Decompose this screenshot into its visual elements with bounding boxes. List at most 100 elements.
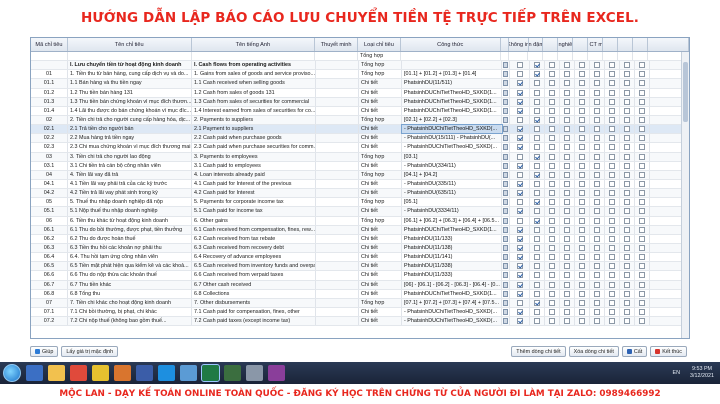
checkbox[interactable] [609, 245, 615, 252]
start-button[interactable] [3, 364, 21, 382]
checkbox[interactable] [639, 80, 645, 87]
checkbox[interactable] [624, 80, 630, 87]
type-cell[interactable]: Tổng hợp [359, 70, 402, 79]
note-cell[interactable] [316, 179, 359, 189]
checkbox[interactable] [639, 162, 645, 169]
checkbox-cell[interactable] [510, 280, 530, 289]
note-cell[interactable] [316, 207, 359, 216]
checkbox-cell[interactable] [590, 207, 605, 216]
note-cell[interactable] [316, 271, 359, 280]
formula-edit-icon[interactable] [502, 225, 510, 234]
table-row[interactable]: 02.2 2.2 Mua hàng trả tiền ngay 2.2 Cash p… [31, 134, 689, 144]
checkbox[interactable] [549, 272, 555, 279]
checkbox[interactable] [516, 126, 523, 133]
table-row[interactable]: 01.4 1.4 Lãi thu được do bán chứng khoán … [31, 106, 689, 116]
checkbox[interactable] [639, 107, 645, 114]
checkbox-cell[interactable] [575, 152, 590, 161]
teamviewer-icon[interactable] [136, 365, 153, 381]
checkbox-cell[interactable] [620, 152, 635, 161]
checkbox-cell[interactable] [510, 234, 530, 243]
name-cell[interactable]: 6.5 Tiền mặt phát hiện qua kiểm kê và cá… [68, 262, 192, 271]
checkbox-cell[interactable] [635, 70, 650, 79]
name-cell[interactable]: 4. Tiền lãi vay đã trả [68, 170, 192, 179]
checkbox-cell[interactable] [530, 243, 545, 253]
filter-cell[interactable] [31, 52, 68, 61]
checkbox-cell[interactable] [545, 70, 560, 79]
name-cell[interactable]: 1.4 Lãi thu được do bán chứng khoán vì m… [68, 106, 192, 115]
checkbox[interactable] [579, 309, 585, 315]
checkbox[interactable] [564, 98, 570, 105]
checkbox-cell[interactable] [620, 253, 635, 262]
table-row[interactable]: 07.1 7.1 Chi bồi thường, bị phạt, chi khá… [31, 307, 689, 318]
column-header-12[interactable] [573, 38, 589, 51]
note-cell[interactable] [316, 198, 359, 207]
checkbox-cell[interactable] [510, 198, 530, 207]
checkbox-cell[interactable] [605, 207, 620, 216]
checkbox-cell[interactable] [620, 88, 635, 97]
note-cell[interactable] [316, 280, 359, 289]
table-row[interactable]: 04 4. Tiền lãi vay đã trả 4. Loan interest… [31, 170, 689, 180]
checkbox[interactable] [516, 272, 523, 279]
checkbox-cell[interactable] [590, 225, 605, 234]
checkbox[interactable] [639, 290, 645, 297]
english-name-cell[interactable]: 4. Loan interests already paid [192, 170, 316, 179]
checkbox[interactable] [579, 181, 585, 188]
note-cell[interactable] [316, 161, 359, 170]
checkbox[interactable] [564, 117, 570, 124]
checkbox[interactable] [549, 98, 555, 105]
checkbox[interactable] [564, 217, 570, 224]
type-cell[interactable]: Chi tiết [359, 253, 402, 262]
checkbox-cell[interactable] [605, 97, 620, 106]
english-name-cell[interactable]: 7. Other disbursements [192, 298, 316, 307]
checkbox[interactable] [516, 217, 523, 224]
checkbox-cell[interactable] [605, 307, 620, 317]
checkbox-cell[interactable] [545, 125, 560, 134]
checkbox[interactable] [564, 181, 570, 188]
checkbox[interactable] [594, 309, 600, 315]
formula-edit-icon[interactable] [502, 134, 510, 143]
formula-edit-icon[interactable] [502, 271, 510, 280]
checkbox-cell[interactable] [575, 307, 590, 317]
checkbox-cell[interactable] [510, 216, 530, 225]
note-cell[interactable] [316, 189, 359, 198]
checkbox-cell[interactable] [620, 79, 635, 88]
filter-cell[interactable] [401, 52, 501, 61]
checkbox-cell[interactable] [545, 79, 560, 88]
formula-cell[interactable]: PhatsinhDU(11/511) [402, 79, 502, 88]
checkbox[interactable] [639, 245, 645, 252]
checkbox-cell[interactable] [560, 70, 575, 79]
checkbox-cell[interactable] [575, 198, 590, 207]
type-cell[interactable]: Tổng hợp [359, 61, 402, 70]
formula-edit-icon[interactable] [502, 189, 510, 198]
checkbox[interactable] [624, 199, 630, 206]
checkbox-cell[interactable] [575, 253, 590, 262]
formula-cell[interactable]: - PhatsinhDUChiTietTheoHD_SXKD(... [402, 307, 502, 317]
checkbox-cell[interactable] [605, 271, 620, 280]
checkbox-cell[interactable] [590, 280, 605, 289]
checkbox-cell[interactable] [560, 97, 575, 106]
note-cell[interactable] [316, 70, 359, 79]
checkbox-cell[interactable] [590, 289, 605, 298]
checkbox-cell[interactable] [590, 170, 605, 179]
checkbox-cell[interactable] [560, 207, 575, 216]
checkbox[interactable] [564, 107, 570, 114]
checkbox[interactable] [579, 62, 585, 69]
checkbox-cell[interactable] [635, 170, 650, 179]
checkbox[interactable] [549, 117, 555, 124]
checkbox[interactable] [624, 245, 630, 252]
table-row[interactable]: 06.5 6.5 Tiền mặt phát hiện qua kiểm kê v… [31, 262, 689, 272]
checkbox-cell[interactable] [530, 161, 545, 170]
code-cell[interactable]: 01.1 [31, 79, 68, 88]
checkbox[interactable] [516, 135, 523, 142]
checkbox-cell[interactable] [620, 125, 635, 134]
checkbox-cell[interactable] [560, 298, 575, 307]
formula-cell[interactable]: - PhatsinhDU(3334/11) [402, 207, 502, 216]
checkbox[interactable] [609, 80, 615, 87]
checkbox-cell[interactable] [545, 198, 560, 207]
checkbox[interactable] [624, 62, 630, 69]
table-row[interactable]: 06.2 6.2 Thu do được hoàn thuế 6.2 Cash re… [31, 234, 689, 244]
checkbox[interactable] [624, 235, 630, 242]
column-header-4[interactable]: Thuyết minh [315, 38, 359, 51]
english-name-cell[interactable]: 6.8 Collections [192, 289, 316, 298]
checkbox-cell[interactable] [635, 253, 650, 262]
